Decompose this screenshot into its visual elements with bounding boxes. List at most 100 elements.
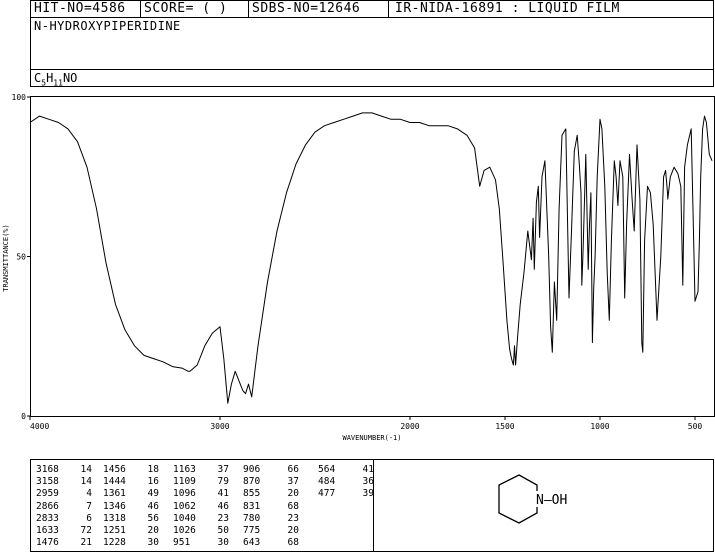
peak-wavenumber: 484 [318,476,336,488]
peak-column: 906 66 870 37 855 20 831 68 780 23 775 20 643 68 [243,464,299,549]
peak-wavenumber: 906 [243,464,261,475]
peak-wavenumber: 1346 [103,500,126,512]
y-axis-label: TRANSMITTANCE(%) [2,224,10,291]
peak-transmittance: 30 [147,537,159,549]
peak-transmittance: 37 [287,476,299,488]
peak-row: 3158 14 [36,476,92,488]
peak-transmittance: 68 [287,500,299,512]
peak-transmittance: 79 [217,476,229,488]
peak-transmittance: 41 [217,488,229,500]
peak-wavenumber: 780 [243,512,261,524]
peak-transmittance: 50 [217,524,229,536]
peak-row: 775 20 [243,525,299,537]
peak-wavenumber: 1040 [173,512,196,524]
peak-transmittance: 49 [147,488,159,500]
peak-transmittance: 41 [362,464,374,475]
peak-wavenumber: 831 [243,500,261,512]
peak-row: 855 20 [243,488,299,500]
spectrum-series-line [29,112,713,404]
x-tick-label: 500 [688,422,703,431]
peak-wavenumber: 643 [243,537,261,549]
peak-wavenumber: 1633 [36,524,59,536]
peak-wavenumber: 951 [173,537,191,549]
peak-wavenumber: 1456 [103,464,126,475]
peak-transmittance: 20 [287,524,299,536]
piperidine-ring [498,474,538,524]
peak-transmittance: 23 [217,512,229,524]
peak-row: 1096 41 [173,488,229,500]
peak-wavenumber: 3168 [36,464,59,475]
peak-row: 1026 50 [173,525,229,537]
peak-transmittance: 21 [80,537,92,549]
x-tick-label: 3000 [210,422,229,431]
peak-row: 1040 23 [173,513,229,525]
peak-wavenumber: 775 [243,524,261,536]
peak-transmittance: 37 [217,464,229,475]
peak-wavenumber: 2833 [36,512,59,524]
peak-row: 1109 79 [173,476,229,488]
peak-row: 1476 21 [36,537,92,549]
peak-row: 951 30 [173,537,229,549]
x-tick-label: 2000 [400,422,419,431]
peak-wavenumber: 1062 [173,500,196,512]
plot-frame [30,96,715,417]
peak-row: 1456 18 [103,464,159,476]
peak-row: 1318 56 [103,513,159,525]
y-tick-label: 0 [21,412,26,421]
peak-wavenumber: 564 [318,464,336,475]
peak-transmittance: 30 [217,537,229,549]
peak-column: 1456 18 1444 16 1361 49 1346 46 1318 56 1251 20 1228… [103,464,159,549]
peak-transmittance: 72 [80,524,92,536]
structure-drawing: N—OH [498,474,567,524]
peak-wavenumber: 1163 [173,464,196,475]
y-axis-ticks: 0 50 100 [12,93,30,421]
peak-wavenumber: 1476 [36,537,59,549]
peak-wavenumber: 1228 [103,537,126,549]
peak-transmittance: 14 [80,476,92,488]
peak-row: 643 68 [243,537,299,549]
n-oh-group: N—OH [536,493,567,508]
peak-wavenumber: 1444 [103,476,126,488]
x-tick-label: 1500 [495,422,514,431]
peak-transmittance: 66 [287,464,299,475]
peak-wavenumber: 1026 [173,524,196,536]
peak-wavenumber: 1096 [173,488,196,500]
peak-row: 1444 16 [103,476,159,488]
peak-transmittance: 39 [362,488,374,500]
peak-row: 477 39 [318,488,374,500]
peak-row: 1361 49 [103,488,159,500]
peak-transmittance: 20 [147,524,159,536]
x-axis-label: WAVENUMBER(-1) [342,434,401,442]
peak-transmittance: 6 [86,512,92,524]
peak-row: 1633 72 [36,525,92,537]
peak-column: 1163 37 1109 79 1096 41 1062 46 1040 23 1026 50 951 3… [173,464,229,549]
peak-row: 831 68 [243,501,299,513]
x-tick-label: 1000 [590,422,609,431]
y-tick-label: 100 [12,93,27,102]
peak-wavenumber: 3158 [36,476,59,488]
peak-wavenumber: 870 [243,476,261,488]
peak-row: 484 36 [318,476,374,488]
peak-column: 3168 14 3158 14 2959 4 2866 7 2833 6 1633 72 1476 21 [36,464,92,549]
peak-row: 1163 37 [173,464,229,476]
peak-transmittance: 7 [86,500,92,512]
peak-transmittance: 68 [287,537,299,549]
x-tick-label: 4000 [30,422,49,431]
peak-wavenumber: 2866 [36,500,59,512]
ir-spectrum-chart: 4000 3000 2000 1500 1000 500 0 50 100 WAVENUMBE… [2,93,715,442]
peak-transmittance: 56 [147,512,159,524]
peak-transmittance: 46 [217,500,229,512]
peak-row: 1251 20 [103,525,159,537]
peak-transmittance: 4 [86,488,92,500]
y-tick-label: 50 [16,253,26,262]
peak-row: 780 23 [243,513,299,525]
peak-column: 564 41 484 36 477 39 [318,464,374,501]
peak-row: 2959 4 [36,488,92,500]
peak-transmittance: 20 [287,488,299,500]
peak-wavenumber: 1251 [103,524,126,536]
peak-row: 906 66 [243,464,299,476]
peak-row: 3168 14 [36,464,92,476]
peak-wavenumber: 1318 [103,512,126,524]
peak-wavenumber: 1361 [103,488,126,500]
peak-row: 2866 7 [36,501,92,513]
